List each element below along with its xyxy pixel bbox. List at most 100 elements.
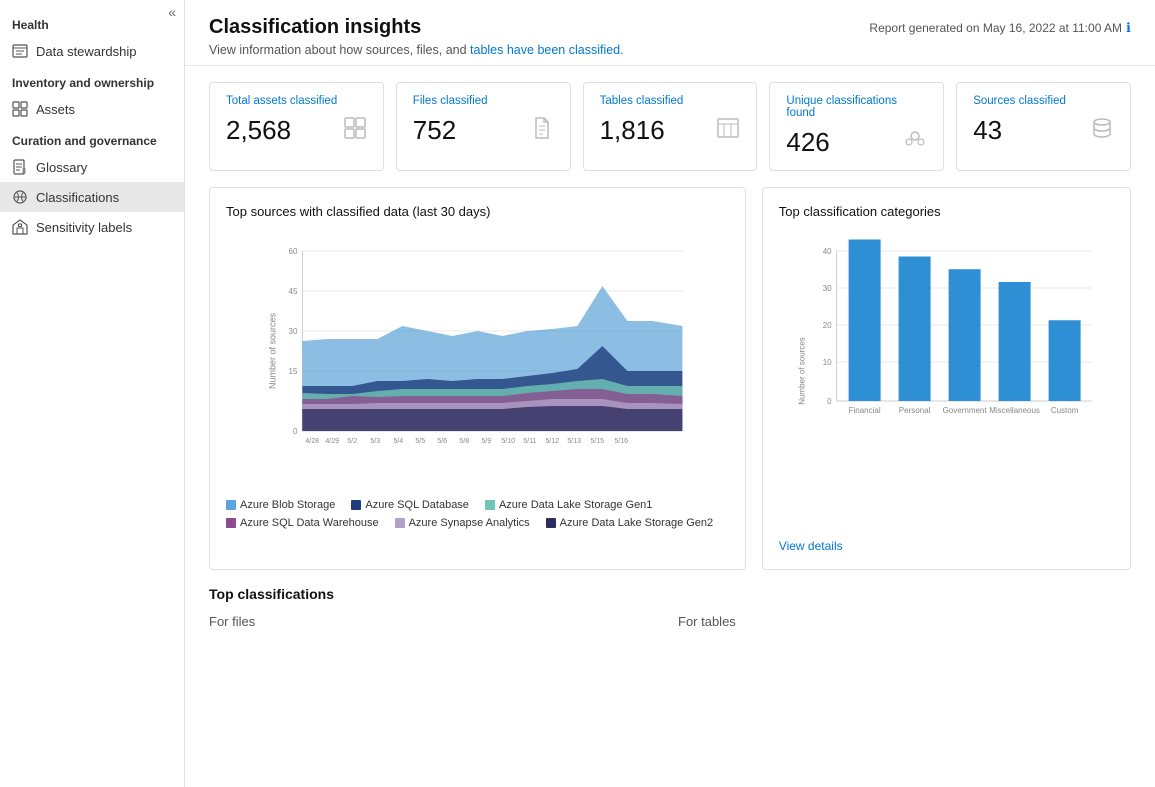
bar-chart-wrap: Number of sources 40 30 20 10 0 [779, 231, 1114, 531]
svg-text:5/16: 5/16 [614, 438, 628, 445]
assets-icon [12, 101, 28, 117]
svg-text:5/3: 5/3 [370, 438, 380, 445]
bar-financial [848, 240, 880, 402]
sidebar-item-label: Sensitivity labels [36, 220, 132, 235]
svg-text:5/4: 5/4 [393, 438, 403, 445]
stat-icon [530, 116, 554, 146]
charts-row: Top sources with classified data (last 3… [185, 187, 1155, 586]
top-classifications-section: Top classifications For files For tables [185, 586, 1155, 653]
stat-icon [903, 128, 927, 158]
stat-label: Unique classifications found [786, 95, 927, 119]
bar-custom [1048, 320, 1080, 401]
bar-miscellaneous [998, 282, 1030, 401]
for-files-label: For files [209, 614, 662, 629]
top-classifications-title: Top classifications [209, 586, 1131, 602]
svg-text:45: 45 [288, 287, 297, 296]
svg-text:Number of sources: Number of sources [267, 312, 277, 389]
sidebar-item-assets[interactable]: Assets [0, 94, 184, 124]
stat-sources: Sources classified 43 [956, 82, 1131, 171]
svg-text:5/9: 5/9 [481, 438, 491, 445]
svg-text:Personal: Personal [899, 406, 931, 415]
stat-icon [343, 116, 367, 146]
classification-columns: For files For tables [209, 614, 1131, 637]
classifications-icon [12, 189, 28, 205]
stat-tables: Tables classified 1,816 [583, 82, 758, 171]
svg-text:40: 40 [822, 247, 831, 256]
svg-text:5/2: 5/2 [347, 438, 357, 445]
sidebar-section-inventory: Inventory and ownership [0, 66, 184, 94]
stat-label: Total assets classified [226, 95, 367, 107]
legend-datalake-gen2: Azure Data Lake Storage Gen2 [546, 517, 713, 529]
sidebar-item-data-stewardship[interactable]: Data stewardship [0, 36, 184, 66]
sidebar-item-glossary[interactable]: Glossary [0, 152, 184, 182]
svg-text:5/5: 5/5 [415, 438, 425, 445]
bar-chart-panel: Top classification categories Number of … [762, 187, 1131, 570]
glossary-icon [12, 159, 28, 175]
bar-chart-title: Top classification categories [779, 204, 1114, 219]
page-title: Classification insights [209, 16, 624, 39]
page-header: Classification insights View information… [185, 0, 1155, 66]
stat-value: 1,816 [600, 115, 665, 146]
svg-text:5/8: 5/8 [459, 438, 469, 445]
svg-text:0: 0 [293, 427, 298, 436]
area-chart-panel: Top sources with classified data (last 3… [209, 187, 746, 570]
for-tables-label: For tables [678, 614, 1131, 629]
svg-text:5/6: 5/6 [437, 438, 447, 445]
legend-synapse: Azure Synapse Analytics [395, 517, 530, 529]
stat-value: 752 [413, 115, 456, 146]
stat-icon [716, 116, 740, 146]
svg-text:Number of sources: Number of sources [797, 337, 806, 405]
stat-label: Files classified [413, 95, 554, 107]
sidebar-item-label: Assets [36, 102, 75, 117]
area-chart-svg: Number of sources 60 45 30 15 0 [226, 231, 729, 471]
stat-files: Files classified 752 [396, 82, 571, 171]
legend-sql-warehouse: Azure SQL Data Warehouse [226, 517, 379, 529]
stat-value: 426 [786, 127, 829, 158]
svg-text:30: 30 [822, 284, 831, 293]
svg-text:4/29: 4/29 [325, 438, 339, 445]
svg-text:20: 20 [822, 321, 831, 330]
bar-chart-svg: Number of sources 40 30 20 10 0 [779, 231, 1114, 511]
report-time: Report generated on May 16, 2022 at 11:0… [869, 20, 1131, 36]
sidebar-item-label: Classifications [36, 190, 119, 205]
sidebar-item-label: Glossary [36, 160, 87, 175]
svg-text:5/13: 5/13 [567, 438, 581, 445]
main-content: Classification insights View information… [185, 0, 1155, 787]
legend-datalake-gen1: Azure Data Lake Storage Gen1 [485, 499, 652, 511]
sidebar: « Health Data stewardship Inventory and … [0, 0, 185, 787]
stat-total-assets: Total assets classified 2,568 [209, 82, 384, 171]
view-details-link[interactable]: View details [779, 539, 843, 553]
stat-value: 2,568 [226, 115, 291, 146]
legend-sql-database: Azure SQL Database [351, 499, 469, 511]
svg-text:10: 10 [822, 358, 831, 367]
bar-government [948, 269, 980, 401]
page-subtitle: View information about how sources, file… [209, 43, 624, 57]
svg-text:5/10: 5/10 [501, 438, 515, 445]
sidebar-section-curation: Curation and governance [0, 124, 184, 152]
svg-text:15: 15 [288, 367, 297, 376]
svg-text:60: 60 [288, 247, 297, 256]
sidebar-item-classifications[interactable]: Classifications [0, 182, 184, 212]
stat-value: 43 [973, 115, 1002, 146]
svg-text:4/28: 4/28 [305, 438, 319, 445]
stat-label: Sources classified [973, 95, 1114, 107]
area-chart-legend: Azure Blob Storage Azure SQL Database Az… [226, 499, 729, 529]
svg-text:5/11: 5/11 [523, 438, 536, 445]
svg-text:5/15: 5/15 [590, 438, 604, 445]
stats-row: Total assets classified 2,568 Files clas… [185, 66, 1155, 187]
svg-text:5/12: 5/12 [545, 438, 559, 445]
sensitivity-labels-icon [12, 219, 28, 235]
info-icon: ℹ [1126, 20, 1131, 36]
sidebar-item-label: Data stewardship [36, 44, 136, 59]
tables-link[interactable]: tables have been classified. [470, 43, 624, 57]
sidebar-item-sensitivity-labels[interactable]: Sensitivity labels [0, 212, 184, 242]
stat-icon [1090, 116, 1114, 146]
svg-text:30: 30 [288, 327, 297, 336]
area-chart-wrap: Number of sources 60 45 30 15 0 [226, 231, 729, 491]
stat-unique: Unique classifications found 426 [769, 82, 944, 171]
sidebar-collapse-button[interactable]: « [168, 4, 176, 20]
svg-text:Financial: Financial [848, 406, 880, 415]
svg-text:Custom: Custom [1051, 406, 1079, 415]
classification-col-tables: For tables [678, 614, 1131, 637]
data-stewardship-icon [12, 43, 28, 59]
